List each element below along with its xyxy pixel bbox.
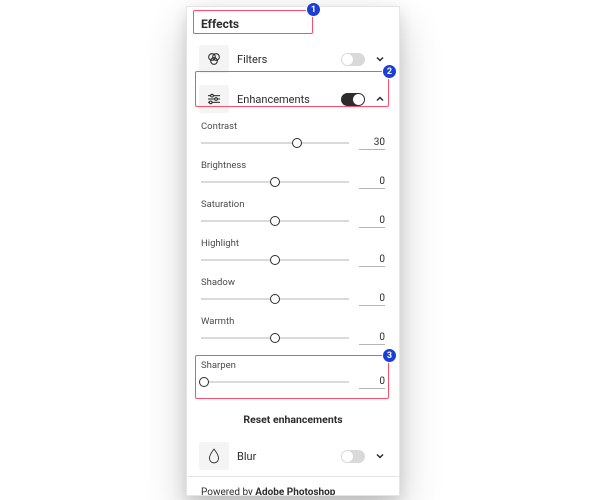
warmth-value[interactable]: 0 [359, 332, 385, 345]
saturation-value[interactable]: 0 [359, 215, 385, 228]
shadow-group: Shadow 0 [201, 277, 385, 306]
blur-expand-chevron[interactable] [373, 451, 387, 461]
panel-title: Effects [187, 7, 399, 39]
brightness-group: Brightness 0 [201, 160, 385, 189]
footer: Powered by Adobe Photoshop [187, 476, 399, 496]
enhancements-label: Enhancements [237, 93, 333, 106]
highlight-slider[interactable] [201, 253, 349, 267]
warmth-group: Warmth 0 [201, 316, 385, 345]
saturation-group: Saturation 0 [201, 199, 385, 228]
enhancements-sliders: Contrast 30 Brightness 0 Saturation [187, 119, 399, 405]
footer-brand: Adobe Photoshop [255, 487, 335, 496]
sharpen-slider[interactable] [201, 375, 349, 389]
warmth-label: Warmth [201, 316, 385, 327]
highlight-value[interactable]: 0 [359, 254, 385, 267]
contrast-label: Contrast [201, 121, 385, 132]
enhancements-row[interactable]: Enhancements [187, 79, 399, 119]
enhancements-toggle[interactable] [341, 93, 365, 106]
blur-label: Blur [237, 450, 333, 463]
filters-toggle[interactable] [341, 53, 365, 66]
divider [201, 355, 385, 356]
brightness-label: Brightness [201, 160, 385, 171]
sharpen-label: Sharpen [201, 360, 385, 371]
warmth-slider[interactable] [201, 331, 349, 345]
brightness-slider[interactable] [201, 175, 349, 189]
highlight-group: Highlight 0 [201, 238, 385, 267]
filters-expand-chevron[interactable] [373, 54, 387, 64]
saturation-label: Saturation [201, 199, 385, 210]
saturation-slider[interactable] [201, 214, 349, 228]
blur-row[interactable]: Blur [187, 436, 399, 476]
annotation-badge-1: 1 [306, 2, 321, 17]
filters-label: Filters [237, 53, 333, 66]
sharpen-value[interactable]: 0 [359, 376, 385, 389]
reset-enhancements-button[interactable]: Reset enhancements [187, 405, 399, 436]
effects-panel: Effects Filters Enhancements [186, 6, 400, 496]
brightness-value[interactable]: 0 [359, 176, 385, 189]
sharpen-group: Sharpen 0 [201, 360, 385, 389]
footer-prefix: Powered by [201, 487, 255, 496]
contrast-slider[interactable] [201, 136, 349, 150]
annotation-badge-3: 3 [382, 348, 397, 363]
enhancements-collapse-chevron[interactable] [373, 94, 387, 104]
shadow-slider[interactable] [201, 292, 349, 306]
shadow-value[interactable]: 0 [359, 293, 385, 306]
filters-icon [199, 45, 229, 73]
blur-icon [199, 442, 229, 470]
blur-toggle[interactable] [341, 450, 365, 463]
contrast-group: Contrast 30 [201, 121, 385, 150]
filters-row[interactable]: Filters [187, 39, 399, 79]
annotation-badge-2: 2 [382, 64, 397, 79]
sliders-icon [199, 85, 229, 113]
contrast-value[interactable]: 30 [359, 137, 385, 150]
highlight-label: Highlight [201, 238, 385, 249]
shadow-label: Shadow [201, 277, 385, 288]
